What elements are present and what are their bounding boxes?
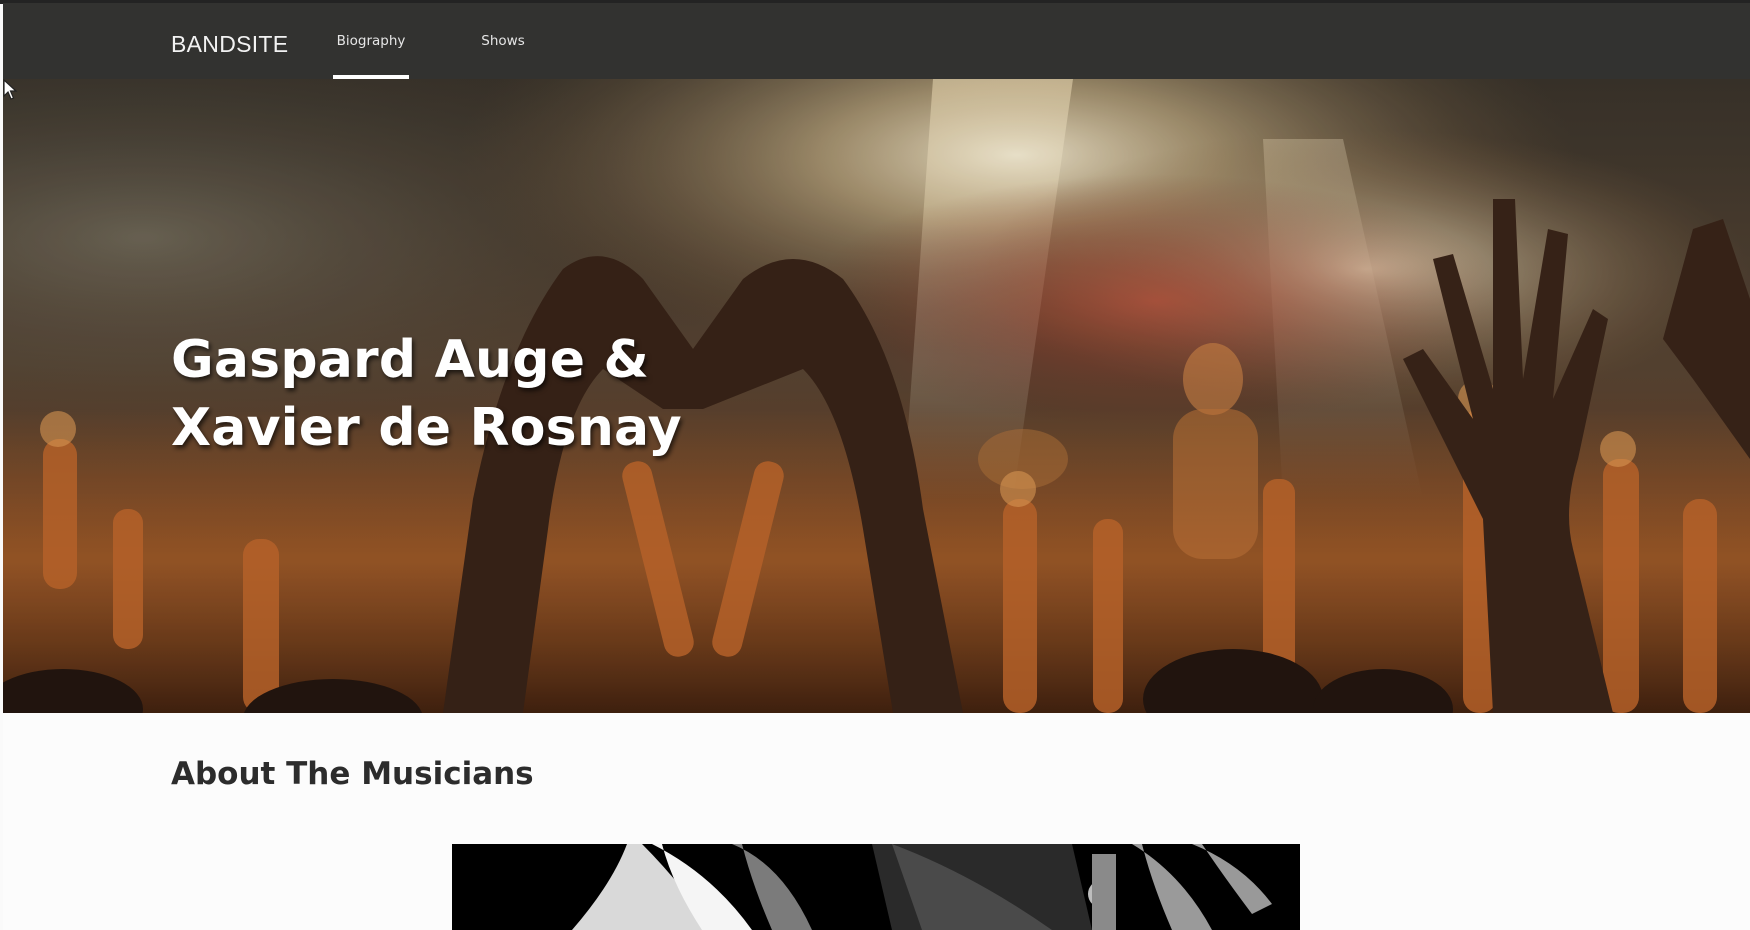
mouse-cursor-icon (3, 79, 18, 100)
musicians-photo-image (452, 844, 1300, 930)
nav-link-biography[interactable]: Biography (333, 3, 409, 79)
musicians-photo (452, 844, 1300, 930)
hero-title: Gaspard Auge & Xavier de Rosnay (171, 326, 682, 462)
page: BANDSITE Biography Shows Gaspard Auge & … (3, 3, 1750, 930)
hero-title-line-1: Gaspard Auge & (171, 330, 650, 390)
top-nav: BANDSITE Biography Shows (3, 3, 1750, 79)
nav-link-shows[interactable]: Shows (473, 3, 533, 79)
hero-title-line-2: Xavier de Rosnay (171, 398, 682, 458)
hero-banner: Gaspard Auge & Xavier de Rosnay (3, 79, 1750, 713)
about-section-title: About The Musicians (171, 756, 534, 792)
site-logo[interactable]: BANDSITE (171, 31, 288, 58)
